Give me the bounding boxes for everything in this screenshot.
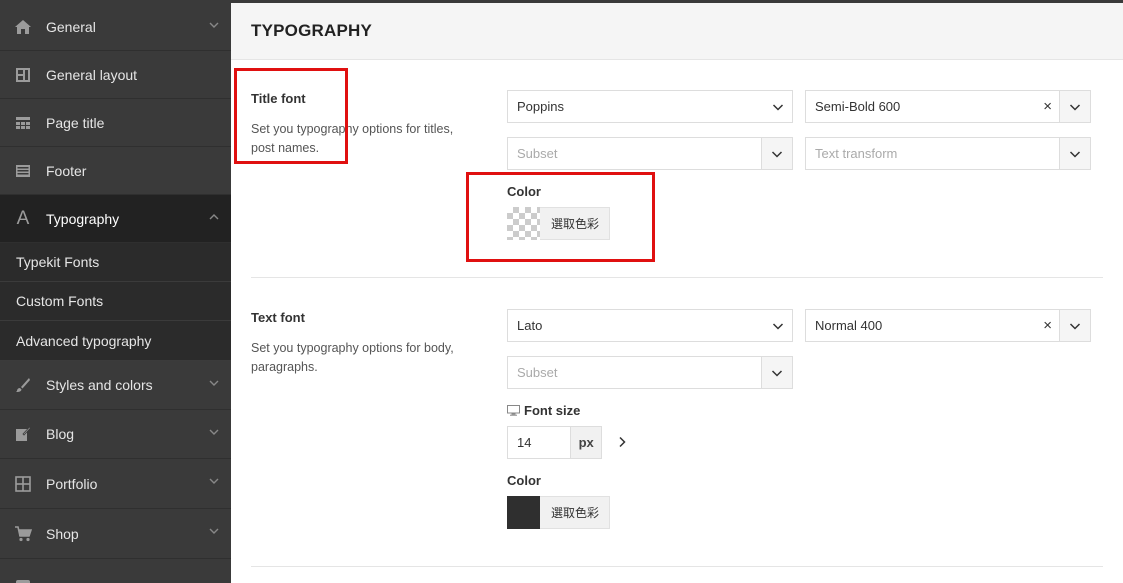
sidebar-subitem-typekit-fonts[interactable]: Typekit Fonts: [0, 243, 231, 282]
font-size-label: Font size: [507, 403, 580, 418]
sidebar-item-label: Shop: [46, 525, 79, 542]
desktop-icon: [507, 405, 520, 416]
chevron-down-icon: [1069, 151, 1081, 158]
typography-icon: A: [16, 207, 30, 229]
font-size-unit: px: [570, 427, 601, 458]
text-color-label: Color: [507, 473, 541, 488]
sidebar-subitem-advanced-typography[interactable]: Advanced typography: [0, 321, 231, 361]
clear-icon[interactable]: ×: [1043, 317, 1052, 334]
sidebar-item-label: Styles and colors: [46, 377, 153, 393]
sidebar-item-label: General: [46, 18, 96, 35]
chevron-down-icon: [209, 22, 219, 28]
title-font-family-select[interactable]: Poppins: [507, 90, 793, 123]
chevron-down-icon: [772, 104, 784, 111]
text-font-subset-select[interactable]: Subset: [507, 356, 793, 389]
portfolio-icon: [12, 473, 34, 495]
page-header: TYPOGRAPHY: [231, 3, 1123, 60]
sidebar-item-typography[interactable]: A Typography: [0, 195, 231, 243]
chevron-down-icon: [1069, 323, 1081, 330]
title-font-weight-select[interactable]: Semi-Bold 600 ×: [805, 90, 1091, 123]
title-font-transform-select[interactable]: Text transform: [805, 137, 1091, 170]
sidebar-item-label: Blog: [46, 426, 75, 442]
home-icon: [12, 16, 34, 38]
clear-icon[interactable]: ×: [1043, 98, 1052, 115]
sidebar-item-page-title[interactable]: Page title: [0, 99, 231, 147]
section-divider: [251, 277, 1103, 278]
sidebar-item-general[interactable]: General: [0, 3, 231, 51]
sidebar-item-blog[interactable]: Blog: [0, 410, 231, 459]
footer-icon: [12, 160, 34, 182]
highlight-box-color: [466, 172, 655, 262]
title-font-subset-select[interactable]: Subset: [507, 137, 793, 170]
dropdown-toggle[interactable]: [1059, 310, 1090, 341]
dropdown-toggle[interactable]: [1059, 138, 1090, 169]
dropdown-toggle[interactable]: [1059, 91, 1090, 122]
chevron-down-icon: [772, 323, 784, 330]
chevron-right-icon[interactable]: [617, 436, 627, 448]
chevron-down-icon: [209, 528, 219, 534]
brush-icon: [12, 374, 34, 396]
chevron-down-icon: [1069, 104, 1081, 111]
sidebar-item-general-layout[interactable]: General layout: [0, 51, 231, 99]
sidebar: General General layout Page title Footer…: [0, 3, 231, 583]
main-panel: TYPOGRAPHY Title font Set you typography…: [231, 3, 1123, 583]
partial-icon: [12, 572, 34, 583]
chevron-down-icon: [209, 429, 219, 435]
page-title-icon: [12, 112, 34, 134]
chevron-down-icon: [771, 370, 783, 377]
sidebar-item-label: General layout: [46, 66, 138, 83]
sidebar-item-shop[interactable]: Shop: [0, 509, 231, 559]
color-swatch: [507, 495, 540, 529]
sidebar-item-label: Page title: [46, 114, 105, 131]
text-color-picker-button[interactable]: 選取色彩: [507, 495, 610, 529]
sidebar-subitem-custom-fonts[interactable]: Custom Fonts: [0, 282, 231, 321]
text-font-family-select[interactable]: Lato: [507, 309, 793, 342]
text-font-weight-select[interactable]: Normal 400 ×: [805, 309, 1091, 342]
sidebar-item-portfolio[interactable]: Portfolio: [0, 459, 231, 509]
sidebar-item-label: Footer: [46, 162, 87, 179]
page-title: TYPOGRAPHY: [251, 21, 373, 40]
sidebar-item-label: Portfolio: [46, 475, 98, 492]
section-divider: [251, 566, 1103, 567]
highlight-box-title-font: [234, 68, 348, 164]
dropdown-toggle[interactable]: [761, 138, 792, 169]
font-size-value[interactable]: 14: [508, 427, 570, 458]
sidebar-item-styles-colors[interactable]: Styles and colors: [0, 361, 231, 410]
sidebar-item-footer[interactable]: Footer: [0, 147, 231, 195]
font-size-input[interactable]: 14 px: [507, 426, 602, 459]
text-font-label: Text font: [251, 310, 305, 325]
text-font-description: Set you typography options for body, par…: [251, 341, 454, 374]
blog-icon: [12, 423, 34, 445]
sidebar-item-partial[interactable]: [0, 559, 231, 583]
chevron-down-icon: [209, 478, 219, 484]
cart-icon: [12, 523, 34, 545]
sidebar-item-label: Typography: [46, 210, 120, 227]
chevron-down-icon: [209, 380, 219, 386]
dropdown-toggle[interactable]: [761, 357, 792, 388]
layout-icon: [12, 64, 34, 86]
chevron-down-icon: [771, 151, 783, 158]
chevron-up-icon: [209, 214, 219, 220]
